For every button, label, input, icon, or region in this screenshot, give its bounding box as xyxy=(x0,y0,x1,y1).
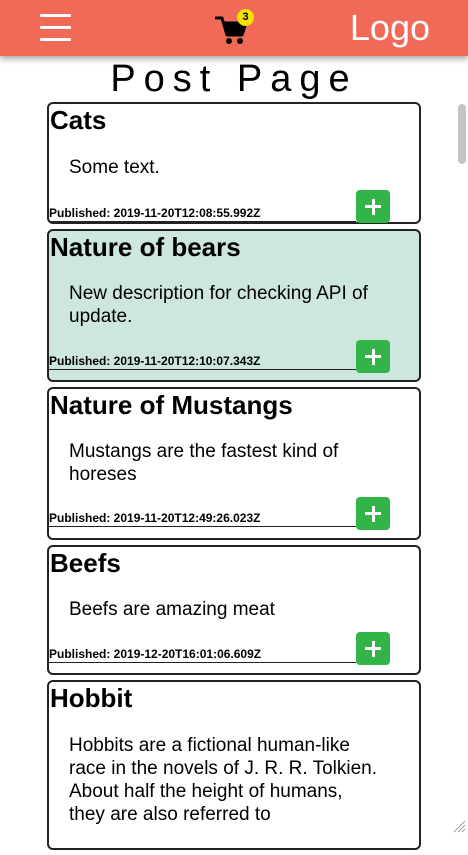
post-published-date: Published: 2019-11-20T12:08:55.992Z xyxy=(49,206,356,222)
post-card[interactable]: Nature of bears New description for chec… xyxy=(47,229,421,382)
post-description: New description for checking API of upda… xyxy=(69,283,368,327)
post-description: Hobbits are a fictional human-like race … xyxy=(69,735,378,825)
post-card[interactable]: Cats Some text. Published: 2019-11-20T12… xyxy=(47,102,421,224)
post-list: Cats Some text. Published: 2019-11-20T12… xyxy=(47,102,421,855)
post-card[interactable]: Hobbit Hobbits are a fictional human-lik… xyxy=(47,680,421,850)
post-title: Beefs xyxy=(50,548,121,578)
add-button[interactable] xyxy=(356,497,390,530)
add-button[interactable] xyxy=(356,632,390,665)
post-title: Hobbit xyxy=(50,683,133,713)
post-description: Mustangs are the fastest kind of horeses xyxy=(69,441,339,485)
post-published-date: Published: 2019-12-20T16:01:06.609Z xyxy=(49,647,356,663)
post-description: Some text. xyxy=(69,157,160,178)
add-button[interactable] xyxy=(356,340,390,373)
cart-count-badge: 3 xyxy=(237,9,254,26)
post-title: Cats xyxy=(50,105,107,135)
post-description: Beefs are amazing meat xyxy=(69,599,275,620)
add-button[interactable] xyxy=(356,190,390,223)
post-title: Nature of bears xyxy=(50,232,241,262)
scrollbar-thumb[interactable] xyxy=(458,104,466,164)
cart-button[interactable]: 3 xyxy=(214,9,254,46)
app-header: 3 Logo xyxy=(0,0,468,56)
resize-grip-icon[interactable] xyxy=(452,819,466,833)
post-published-date: Published: 2019-11-20T12:49:26.023Z xyxy=(49,511,356,527)
post-published-date: Published: 2019-11-20T12:10:07.343Z xyxy=(49,354,356,370)
page-title: Post Page xyxy=(110,58,358,100)
hamburger-menu-icon[interactable] xyxy=(40,12,71,44)
post-card[interactable]: Nature of Mustangs Mustangs are the fast… xyxy=(47,387,421,540)
post-title: Nature of Mustangs xyxy=(50,390,293,420)
logo[interactable]: Logo xyxy=(350,8,430,48)
post-card[interactable]: Beefs Beefs are amazing meat Published: … xyxy=(47,545,421,675)
